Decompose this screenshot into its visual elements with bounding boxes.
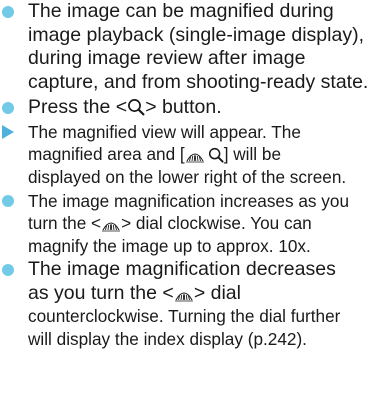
main-dial-icon bbox=[101, 218, 121, 232]
text-fragment: > button. bbox=[145, 96, 222, 118]
text-line: will display the index display (p.242). bbox=[28, 329, 307, 349]
text-line: displayed on the lower right of the scre… bbox=[28, 166, 347, 187]
text-fragment: > dial bbox=[193, 281, 241, 304]
text-line: during image review after image bbox=[28, 47, 306, 69]
bullet-dot bbox=[2, 264, 14, 276]
text-line: Press the < > button. bbox=[28, 96, 387, 120]
bullet-arrow bbox=[2, 125, 14, 139]
bullet-item-magnification-increase: The image magnification increases as you… bbox=[0, 190, 387, 257]
bullet-item-magnify-availability: The image can be magnified during image … bbox=[0, 0, 387, 94]
text-fragment: ] will be bbox=[223, 144, 282, 165]
text-fragment: turn the < bbox=[28, 213, 102, 234]
text-line: capture, and from shooting-ready state. bbox=[28, 70, 369, 93]
text-line: The image can be magnified during bbox=[28, 0, 334, 22]
text-line: magnified area and [ ] will be bbox=[28, 143, 387, 165]
text-line: turn the < > dial clockwise. You can bbox=[28, 212, 387, 234]
bullet-dot bbox=[2, 102, 14, 114]
text-line: as you turn the < > dial bbox=[28, 282, 387, 306]
bullet-item-magnified-view: The magnified view will appear. The magn… bbox=[0, 121, 387, 188]
text-fragment: magnified area and [ bbox=[28, 144, 185, 165]
text-fragment: Press the < bbox=[28, 96, 128, 118]
text-line: magnify the image up to approx. 10x. bbox=[28, 235, 311, 256]
text-fragment: > dial clockwise. You can bbox=[121, 213, 312, 234]
text-line: counterclockwise. Turning the dial furth… bbox=[28, 306, 341, 326]
bullet-dot bbox=[2, 195, 14, 207]
bullet-item-magnification-decrease: The image magnification decreases as you… bbox=[0, 258, 387, 351]
bullet-item-press-button: Press the < > button. bbox=[0, 96, 387, 120]
magnify-icon bbox=[208, 147, 224, 163]
main-dial-icon bbox=[174, 288, 194, 302]
text-line: image playback (single-image display), bbox=[28, 23, 364, 46]
main-dial-icon bbox=[185, 149, 205, 163]
bullet-dot bbox=[2, 6, 14, 18]
text-line: The image magnification increases as you bbox=[28, 191, 349, 211]
text-line: The magnified view will appear. The bbox=[28, 122, 301, 142]
text-line: The image magnification decreases bbox=[28, 258, 336, 280]
text-fragment: as you turn the < bbox=[28, 281, 174, 304]
magnify-icon bbox=[127, 98, 145, 116]
